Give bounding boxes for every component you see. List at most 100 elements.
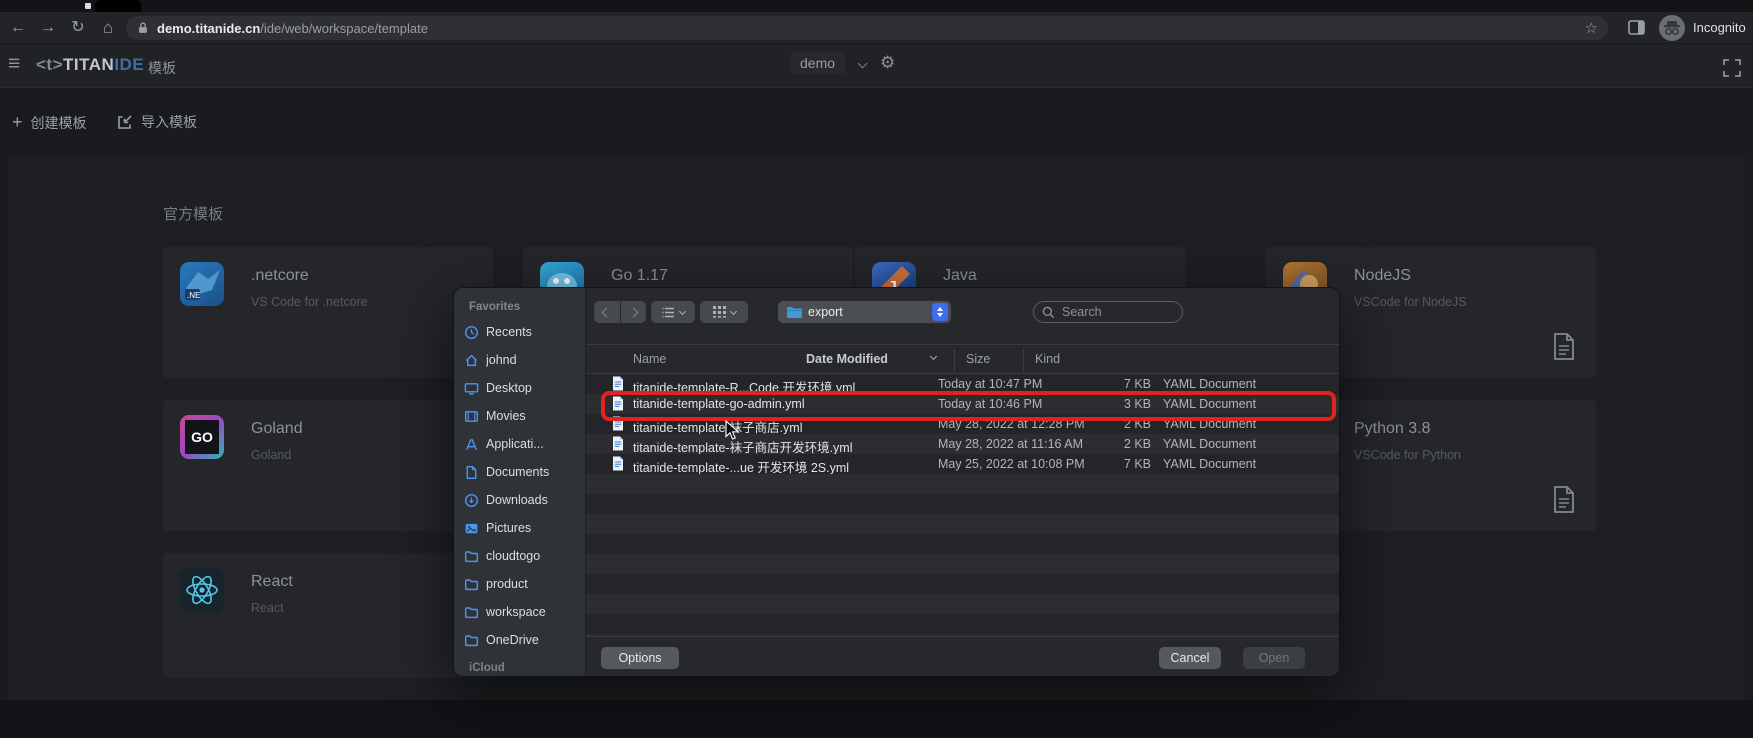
dialog-footer: Options Cancel Open: [586, 636, 1340, 677]
create-template-button[interactable]: + 创建模板: [12, 112, 87, 133]
column-size[interactable]: Size: [966, 352, 990, 366]
goland-icon: GO: [180, 415, 224, 459]
file-open-dialog: Favorites Recents johnd Desktop Movies A…: [453, 287, 1340, 677]
incognito-icon: [1659, 15, 1685, 41]
dialog-nav-group: [594, 301, 646, 323]
sidebar-item-desktop[interactable]: Desktop: [464, 378, 582, 398]
film-icon: [464, 409, 479, 424]
template-card-react[interactable]: React React: [163, 553, 493, 678]
image-icon: [464, 521, 479, 536]
chevron-down-icon: [729, 307, 736, 314]
sidebar-item-workspace[interactable]: workspace: [464, 602, 582, 622]
folder-icon: [464, 633, 479, 648]
card-title: React: [251, 573, 293, 591]
dialog-back-button[interactable]: [594, 301, 620, 323]
hamburger-menu-icon[interactable]: ≡: [8, 52, 20, 76]
column-name[interactable]: Name: [633, 352, 666, 366]
search-icon: [1042, 306, 1055, 319]
card-title: NodeJS: [1354, 267, 1411, 285]
column-kind[interactable]: Kind: [1035, 352, 1060, 366]
bookmark-star-icon[interactable]: ☆: [1585, 19, 1598, 37]
page-title: 模板: [148, 58, 176, 78]
sidebar-item-johnd[interactable]: johnd: [464, 350, 582, 370]
dialog-sidebar: Favorites Recents johnd Desktop Movies A…: [454, 288, 586, 677]
sidebar-item-label: Pictures: [486, 521, 531, 535]
dialog-forward-button[interactable]: [621, 301, 647, 323]
react-icon: [180, 568, 224, 612]
incognito-label: Incognito: [1693, 20, 1746, 35]
url-path: /ide/web/workspace/template: [260, 21, 428, 36]
chevron-down-icon[interactable]: [858, 58, 868, 68]
browser-back-icon[interactable]: ←: [6, 16, 30, 40]
document-icon: [464, 465, 479, 480]
search-field[interactable]: [1033, 301, 1183, 323]
file-row[interactable]: titanide-template-袜子商店开发环境.yml May 28, 2…: [586, 434, 1340, 454]
download-icon: [464, 493, 479, 508]
template-file-icon[interactable]: [1553, 333, 1575, 360]
card-title: Python 3.8: [1354, 420, 1431, 438]
fullscreen-icon[interactable]: [1722, 58, 1742, 78]
browser-tab[interactable]: [95, 0, 141, 12]
sidebar-item-onedrive[interactable]: OneDrive: [464, 630, 582, 650]
incognito-avatar[interactable]: [1659, 15, 1685, 41]
template-card-netcore[interactable]: .NE .netcore VS Code for .netcore: [163, 247, 493, 378]
location-dropdown[interactable]: export: [778, 301, 951, 323]
icloud-label: iCloud: [469, 662, 505, 674]
sidebar-item-documents[interactable]: Documents: [464, 462, 582, 482]
folder-icon: [464, 605, 479, 620]
workspace-selector[interactable]: demo: [790, 52, 845, 74]
cancel-button[interactable]: Cancel: [1159, 647, 1221, 669]
sidebar-item-label: johnd: [486, 353, 517, 367]
card-subtitle: React: [251, 601, 284, 615]
options-button[interactable]: Options: [601, 647, 679, 669]
sidebar-item-label: Documents: [486, 465, 549, 479]
template-card-goland[interactable]: GO Goland Goland: [163, 400, 493, 531]
sidebar-item-label: OneDrive: [486, 633, 539, 647]
browser-reload-icon[interactable]: ↻: [66, 16, 90, 40]
file-row[interactable]: titanide-template-...ue 开发环境 2S.yml May …: [586, 454, 1340, 474]
column-date-modified[interactable]: Date Modified: [806, 352, 888, 366]
template-file-icon[interactable]: [1553, 486, 1575, 513]
sidebar-item-pictures[interactable]: Pictures: [464, 518, 582, 538]
sidebar-item-recents[interactable]: Recents: [464, 322, 582, 342]
list-header: Name Date Modified Size Kind: [586, 344, 1340, 374]
clock-icon: [464, 325, 479, 340]
list-view-icon: [662, 307, 675, 318]
folder-icon: [464, 549, 479, 564]
card-subtitle: VSCode for NodeJS: [1354, 295, 1467, 309]
desktop-icon: [464, 381, 479, 396]
sidebar-item-cloudtogo[interactable]: cloudtogo: [464, 546, 582, 566]
file-size: 7 KB: [1076, 377, 1151, 391]
search-input[interactable]: [1060, 304, 1165, 320]
sidebar-item-label: Recents: [486, 325, 532, 339]
sidebar-item-label: Movies: [486, 409, 526, 423]
chevron-down-icon: [678, 307, 685, 314]
sidebar-item-product[interactable]: product: [464, 574, 582, 594]
open-button[interactable]: Open: [1243, 647, 1305, 669]
logo-bracket: <t>: [36, 55, 63, 74]
file-size: 7 KB: [1076, 457, 1151, 471]
url-domain: demo.titanide.cn: [157, 21, 260, 36]
location-stepper[interactable]: [932, 303, 948, 321]
sidebar-item-downloads[interactable]: Downloads: [464, 490, 582, 510]
file-modified: May 25, 2022 at 10:08 PM: [938, 457, 1085, 471]
group-view-dropdown[interactable]: [700, 301, 748, 323]
import-template-button[interactable]: 导入模板: [116, 112, 197, 132]
location-value: export: [808, 305, 926, 319]
svg-text:.NE: .NE: [187, 291, 200, 300]
sidebar-item-applications[interactable]: Applicati...: [464, 434, 582, 454]
plus-icon: +: [12, 112, 23, 133]
browser-home-icon[interactable]: ⌂: [96, 16, 120, 40]
gear-icon[interactable]: ⚙: [880, 53, 895, 73]
sidebar-item-label: product: [486, 577, 528, 591]
browser-forward-icon[interactable]: →: [36, 16, 60, 40]
browser-tab-strip: [0, 0, 1753, 12]
sidebar-item-movies[interactable]: Movies: [464, 406, 582, 426]
list-view-dropdown[interactable]: [651, 301, 695, 323]
side-panel-icon[interactable]: [1628, 20, 1645, 35]
yaml-file-icon: [612, 436, 624, 451]
browser-tab-favicon: [85, 3, 91, 9]
import-icon: [116, 114, 133, 131]
address-bar[interactable]: demo.titanide.cn/ide/web/workspace/templ…: [126, 16, 1608, 40]
folder-icon: [786, 306, 802, 319]
